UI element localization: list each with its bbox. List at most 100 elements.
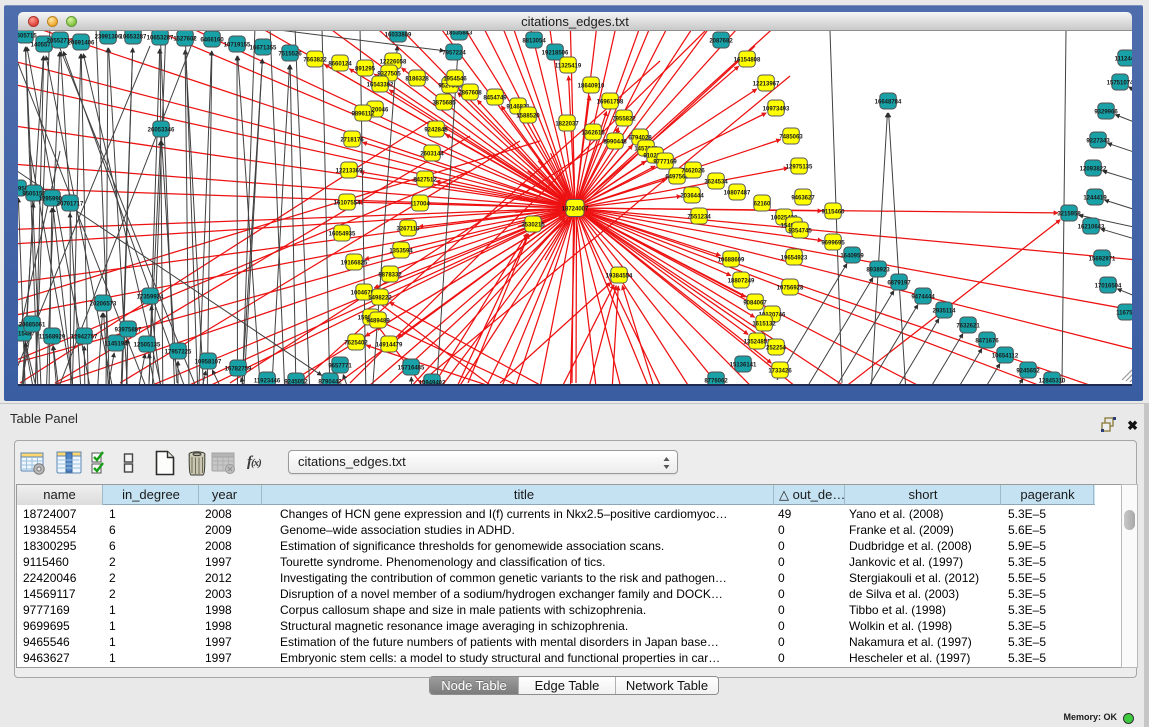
svg-text:7485063: 7485063 [779, 134, 803, 140]
svg-text:3267110: 3267110 [396, 226, 420, 232]
svg-text:8471676: 8471676 [975, 338, 999, 344]
svg-text:7663822: 7663822 [303, 57, 327, 63]
svg-text:7551234: 7551234 [687, 214, 711, 220]
svg-text:10756928: 10756928 [777, 285, 804, 291]
svg-text:8186328: 8186328 [405, 76, 429, 82]
svg-text:16648784: 16648784 [875, 99, 902, 105]
svg-text:20685061: 20685061 [19, 322, 46, 328]
svg-text:9242848: 9242848 [424, 127, 448, 133]
svg-text:17957225: 17957225 [165, 349, 192, 355]
svg-text:2036444: 2036444 [680, 193, 704, 199]
svg-text:10688609: 10688609 [718, 257, 745, 263]
svg-text:1733426: 1733426 [768, 368, 792, 374]
svg-text:17359924: 17359924 [137, 294, 164, 300]
svg-text:6466160: 6466160 [200, 37, 224, 43]
svg-text:12505135: 12505135 [134, 342, 161, 348]
svg-text:9329966: 9329966 [1094, 109, 1118, 115]
svg-text:10653287: 10653287 [147, 35, 174, 41]
svg-text:116753: 116753 [1116, 310, 1132, 316]
svg-text:16543382: 16543382 [367, 82, 394, 88]
svg-text:7632621: 7632621 [956, 323, 980, 329]
svg-text:14914479: 14914479 [376, 342, 403, 348]
svg-text:16961758: 16961758 [597, 99, 624, 105]
svg-text:1640959: 1640959 [840, 253, 864, 259]
svg-text:9354745: 9354745 [788, 228, 812, 234]
svg-text:16154808: 16154808 [734, 57, 761, 63]
svg-text:2935114: 2935114 [932, 308, 956, 314]
svg-text:8990448: 8990448 [603, 139, 627, 145]
svg-text:19654923: 19654923 [781, 255, 808, 261]
svg-text:9657771: 9657771 [328, 363, 352, 369]
svg-text:15692971: 15692971 [1089, 256, 1116, 262]
svg-text:8938923: 8938923 [866, 267, 890, 273]
svg-text:2530215: 2530215 [521, 222, 545, 228]
svg-text:18640910: 18640910 [578, 83, 605, 89]
svg-text:9227343: 9227343 [1086, 138, 1110, 144]
svg-text:1588520: 1588520 [516, 113, 540, 119]
svg-text:16782759: 16782759 [225, 366, 252, 372]
svg-text:117004: 117004 [410, 201, 430, 207]
svg-text:16033809: 16033809 [385, 32, 412, 38]
svg-text:16054935: 16054935 [329, 231, 356, 237]
svg-text:891295: 891295 [355, 66, 376, 72]
svg-text:8427512: 8427512 [413, 177, 437, 183]
svg-text:8454749: 8454749 [483, 95, 507, 101]
svg-text:10973493: 10973493 [763, 106, 790, 112]
svg-text:19166825: 19166825 [341, 260, 368, 266]
svg-text:8776062: 8776062 [704, 378, 728, 384]
svg-text:9245652: 9245652 [1016, 368, 1040, 374]
svg-text:15136141: 15136141 [730, 362, 757, 368]
svg-text:12226058: 12226058 [380, 59, 407, 65]
svg-text:7625402: 7625402 [344, 340, 368, 346]
svg-text:18807249: 18807249 [728, 278, 755, 284]
svg-text:9463627: 9463627 [791, 195, 815, 201]
svg-text:12942757: 12942757 [71, 334, 98, 340]
svg-text:3875685: 3875685 [432, 100, 456, 106]
svg-text:8813054: 8813054 [522, 38, 546, 44]
svg-text:18724007: 18724007 [562, 206, 589, 212]
svg-text:10654112: 10654112 [992, 353, 1019, 359]
svg-text:7462026: 7462026 [681, 168, 705, 174]
svg-text:16671355: 16671355 [250, 45, 277, 51]
svg-text:20691406: 20691406 [68, 40, 95, 46]
svg-text:9245052: 9245052 [284, 379, 308, 384]
svg-text:1822037: 1822037 [555, 121, 579, 127]
svg-text:1353594: 1353594 [389, 248, 413, 254]
svg-text:9489489: 9489489 [366, 318, 390, 324]
svg-text:11568929: 11568929 [39, 334, 66, 340]
svg-text:1615132: 1615132 [752, 321, 776, 327]
svg-text:1362615: 1362615 [581, 130, 605, 136]
svg-text:10719155: 10719155 [224, 42, 251, 48]
svg-text:12093822: 12093822 [1080, 166, 1107, 172]
svg-text:5498222: 5498222 [368, 295, 392, 301]
svg-text:10958107: 10958107 [195, 359, 222, 365]
svg-text:252254: 252254 [766, 345, 787, 351]
svg-text:20701717: 20701717 [57, 201, 84, 207]
svg-text:7515526: 7515526 [278, 51, 302, 57]
svg-text:93975887: 93975887 [115, 327, 142, 333]
svg-text:10807487: 10807487 [724, 190, 751, 196]
svg-text:16107554: 16107554 [334, 200, 361, 206]
svg-text:7955822: 7955822 [612, 116, 636, 122]
svg-text:26053346: 26053346 [148, 127, 175, 133]
svg-text:3215958: 3215958 [1057, 211, 1081, 217]
svg-text:12845310: 12845310 [1039, 378, 1066, 384]
svg-text:8790442: 8790442 [318, 379, 342, 384]
svg-text:20206573: 20206573 [90, 301, 117, 307]
svg-text:9777169: 9777169 [653, 159, 677, 165]
svg-text:16210643: 16210643 [1078, 224, 1105, 230]
svg-text:11923446: 11923446 [254, 378, 281, 384]
svg-text:18535843: 18535843 [446, 31, 473, 36]
svg-text:9699695: 9699695 [821, 240, 845, 246]
svg-text:9084067: 9084067 [743, 300, 767, 306]
svg-text:2603144: 2603144 [420, 151, 444, 157]
svg-text:19384554: 19384554 [606, 273, 633, 279]
svg-text:2718176: 2718176 [340, 137, 364, 143]
svg-text:1244419: 1244419 [1083, 195, 1107, 201]
svg-text:2087682: 2087682 [709, 38, 733, 44]
svg-text:7957224: 7957224 [442, 50, 466, 56]
svg-text:15751074: 15751074 [1107, 80, 1132, 86]
svg-text:1145194: 1145194 [104, 341, 128, 347]
svg-text:9605715: 9605715 [18, 33, 37, 39]
svg-text:62160: 62160 [754, 201, 771, 207]
